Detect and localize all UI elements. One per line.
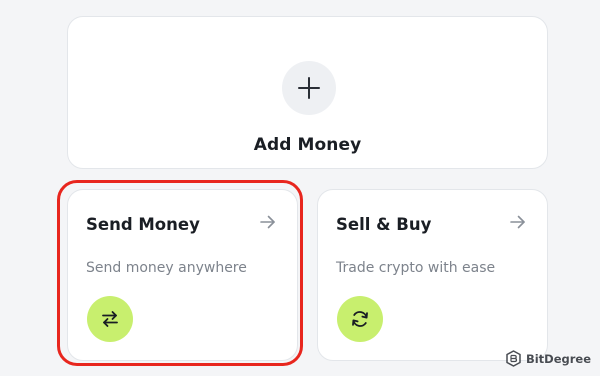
send-money-card[interactable]: Send Money Send money anywhere xyxy=(67,189,298,361)
send-money-description: Send money anywhere xyxy=(86,260,247,276)
sell-buy-title: Sell & Buy xyxy=(336,215,432,234)
watermark: BitDegree xyxy=(505,350,591,367)
bitdegree-logo-icon xyxy=(506,350,521,367)
refresh-icon xyxy=(352,311,368,327)
sell-buy-card[interactable]: Sell & Buy Trade crypto with ease xyxy=(317,189,548,361)
add-money-label: Add Money xyxy=(253,135,362,155)
watermark-text: BitDegree xyxy=(525,351,591,366)
add-money-button[interactable] xyxy=(282,61,336,115)
arrow-right-icon[interactable] xyxy=(509,213,527,231)
add-money-card[interactable]: Add Money xyxy=(67,16,548,169)
plus-icon xyxy=(298,77,320,99)
send-money-title: Send Money xyxy=(86,215,200,234)
sell-buy-description: Trade crypto with ease xyxy=(336,260,496,276)
arrow-right-icon[interactable] xyxy=(259,213,277,231)
sell-buy-action-button[interactable] xyxy=(337,296,383,342)
swap-arrows-icon xyxy=(102,311,118,327)
send-money-action-button[interactable] xyxy=(87,296,133,342)
